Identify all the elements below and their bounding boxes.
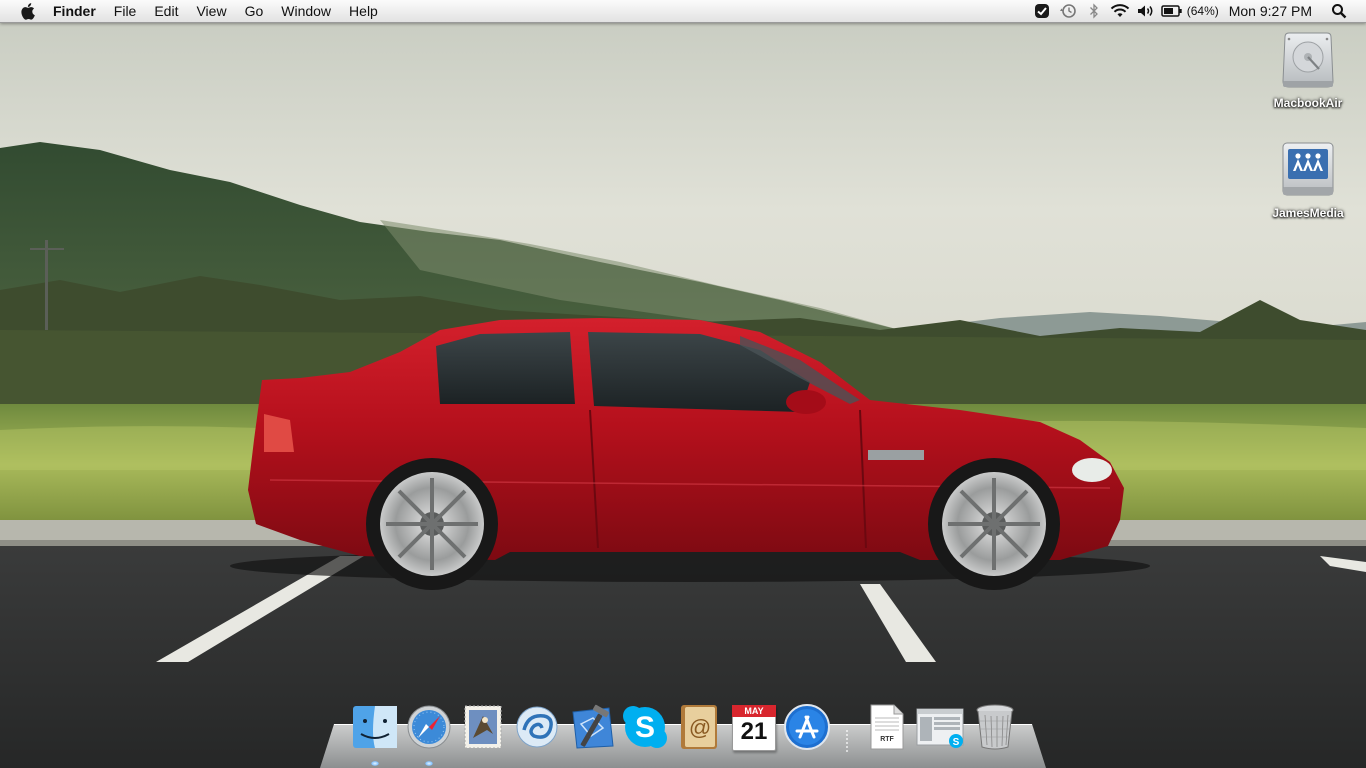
calendar-month: MAY bbox=[732, 705, 776, 717]
dock-item-rtf-document[interactable]: RTF bbox=[860, 700, 914, 754]
dock-item-address-book[interactable]: @ bbox=[672, 700, 726, 754]
menu-go[interactable]: Go bbox=[236, 0, 273, 22]
mail-stamp-icon bbox=[464, 705, 502, 749]
battery-percentage: (64%) bbox=[1186, 4, 1219, 18]
menu-edit[interactable]: Edit bbox=[145, 0, 187, 22]
volume-icon[interactable] bbox=[1133, 0, 1159, 22]
desktop-wallpaper bbox=[0, 0, 1366, 768]
xcode-icon bbox=[572, 704, 614, 749]
trash-icon bbox=[976, 704, 1014, 750]
dock: S @ MAY 21 RTF S bbox=[348, 698, 1022, 766]
dock-item-finder[interactable] bbox=[348, 700, 402, 766]
task-check-icon[interactable] bbox=[1029, 0, 1055, 22]
app-store-icon bbox=[784, 704, 830, 750]
safari-icon bbox=[407, 705, 451, 749]
menu-help[interactable]: Help bbox=[340, 0, 387, 22]
dock-item-trash[interactable] bbox=[968, 700, 1022, 754]
apple-logo-icon[interactable] bbox=[18, 0, 40, 22]
running-indicator bbox=[425, 761, 433, 766]
spotlight-search-icon[interactable] bbox=[1326, 0, 1352, 22]
battery-icon[interactable] bbox=[1159, 0, 1185, 22]
dock-item-ical[interactable]: MAY 21 bbox=[726, 700, 780, 754]
menu-clock[interactable]: Mon 9:27 PM bbox=[1229, 3, 1312, 19]
menu-file[interactable]: File bbox=[105, 0, 146, 22]
dock-item-app-store[interactable] bbox=[780, 700, 834, 754]
dock-separator bbox=[834, 700, 860, 754]
wifi-icon[interactable] bbox=[1107, 0, 1133, 22]
menu-bar: Finder File Edit View Go Window Help (64… bbox=[0, 0, 1366, 23]
dock-item-screenshot[interactable]: S bbox=[914, 700, 968, 754]
dock-item-skype[interactable]: S bbox=[618, 700, 672, 754]
svg-text:S: S bbox=[635, 711, 655, 744]
desktop-icon-jamesmedia[interactable]: JamesMedia bbox=[1258, 140, 1358, 220]
time-machine-icon[interactable] bbox=[1055, 0, 1081, 22]
desktop-icon-label: JamesMedia bbox=[1272, 206, 1344, 220]
dock-item-mail[interactable] bbox=[456, 700, 510, 754]
network-share-drive-icon bbox=[1278, 140, 1338, 204]
svg-text:S: S bbox=[953, 737, 960, 748]
internal-hard-drive-icon bbox=[1278, 30, 1338, 94]
screenshot-document-icon: S bbox=[916, 708, 964, 748]
dock-item-safari[interactable] bbox=[402, 700, 456, 766]
rtf-document-icon: RTF bbox=[870, 704, 904, 750]
menu-app-finder[interactable]: Finder bbox=[44, 0, 105, 22]
dock-item-xcode[interactable] bbox=[564, 700, 618, 754]
menu-extras: (64%) Mon 9:27 PM bbox=[1029, 0, 1366, 22]
wallpaper-scene bbox=[0, 0, 1366, 768]
rtf-badge: RTF bbox=[880, 736, 894, 743]
address-book-icon: @ bbox=[681, 705, 717, 749]
menu-view[interactable]: View bbox=[187, 0, 235, 22]
desktop-icon-macbookair[interactable]: MacbookAir bbox=[1258, 30, 1358, 110]
svg-text:@: @ bbox=[689, 715, 711, 740]
running-indicator bbox=[371, 761, 379, 766]
calendar-day: 21 bbox=[740, 718, 768, 745]
menu-window[interactable]: Window bbox=[272, 0, 340, 22]
finder-icon bbox=[353, 706, 397, 748]
skype-icon: S bbox=[623, 706, 667, 748]
desktop-icon-label: MacbookAir bbox=[1273, 96, 1343, 110]
dock-item-airport-utility[interactable] bbox=[510, 700, 564, 754]
bluetooth-icon[interactable] bbox=[1081, 0, 1107, 22]
calendar-icon: MAY 21 bbox=[732, 705, 776, 751]
swirl-app-icon bbox=[516, 706, 558, 748]
